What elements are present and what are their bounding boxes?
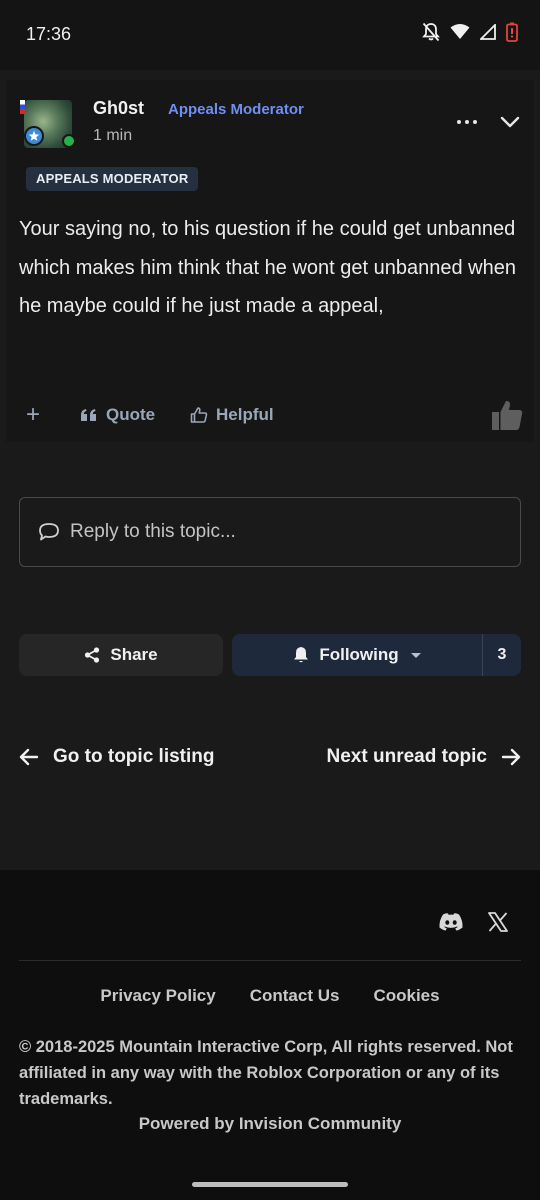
share-label: Share xyxy=(110,645,158,664)
status-bar: 17:36 xyxy=(0,0,540,70)
flag-icon xyxy=(20,100,25,114)
prev-label: Go to topic listing xyxy=(53,746,215,767)
add-reaction-button[interactable]: + xyxy=(26,400,40,430)
powered-by-link[interactable]: Powered by Invision Community xyxy=(0,1114,540,1134)
signal-icon xyxy=(480,24,496,40)
arrow-left-icon xyxy=(19,748,39,766)
next-label: Next unread topic xyxy=(326,746,487,767)
footer-divider xyxy=(19,960,521,961)
group-badge: APPEALS MODERATOR xyxy=(26,167,199,191)
follow-toggle[interactable]: Following xyxy=(232,634,482,676)
post-content: Your saying no, to his question if he co… xyxy=(19,218,516,317)
chevron-down-icon[interactable] xyxy=(498,110,522,134)
plus-icon: + xyxy=(26,401,41,428)
wifi-icon xyxy=(450,24,470,39)
go-to-topic-listing-link[interactable]: Go to topic listing xyxy=(19,743,214,771)
battery-low-icon xyxy=(506,22,518,42)
reply-placeholder: Reply to this topic... xyxy=(70,521,236,542)
cookies-link[interactable]: Cookies xyxy=(373,986,439,1006)
follow-label: Following xyxy=(319,645,399,664)
discord-icon xyxy=(439,913,463,931)
contact-us-link[interactable]: Contact Us xyxy=(250,986,340,1006)
share-icon xyxy=(85,647,100,663)
star-badge-icon xyxy=(24,126,44,146)
privacy-policy-link[interactable]: Privacy Policy xyxy=(100,986,215,1006)
follower-count[interactable]: 3 xyxy=(483,634,521,676)
post-time[interactable]: 1 min xyxy=(93,127,132,145)
copyright-text: © 2018-2025 Mountain Interactive Corp, A… xyxy=(19,1038,513,1108)
author-avatar[interactable] xyxy=(20,98,76,152)
bell-icon xyxy=(294,647,309,663)
helpful-label: Helpful xyxy=(216,405,274,424)
online-status-dot xyxy=(62,134,76,148)
post-actions: + Quote Helpful xyxy=(0,400,540,430)
discord-link[interactable] xyxy=(437,908,465,936)
author-name[interactable]: Gh0st xyxy=(93,98,144,119)
comment-icon xyxy=(39,523,59,541)
more-options-icon[interactable] xyxy=(455,112,479,132)
quote-label: Quote xyxy=(106,405,156,424)
next-unread-topic-link[interactable]: Next unread topic xyxy=(327,743,521,771)
arrow-right-icon xyxy=(501,748,521,766)
follow-button[interactable]: Following 3 xyxy=(232,634,521,676)
thumbs-up-icon xyxy=(190,407,208,423)
x-link[interactable] xyxy=(485,908,511,936)
x-icon xyxy=(488,912,508,932)
status-icons xyxy=(422,22,518,42)
home-indicator[interactable] xyxy=(192,1182,348,1187)
share-button[interactable]: Share xyxy=(19,634,223,676)
quote-icon xyxy=(81,409,96,421)
caret-down-icon xyxy=(410,652,421,658)
status-time: 17:36 xyxy=(26,24,72,44)
quote-button[interactable]: Quote xyxy=(80,400,155,430)
reply-input[interactable]: Reply to this topic... xyxy=(19,497,521,567)
notifications-off-icon xyxy=(422,22,440,42)
helpful-button[interactable]: Helpful xyxy=(190,400,274,430)
reaction-thumbs-up-icon[interactable] xyxy=(490,398,524,432)
author-role: Appeals Moderator xyxy=(168,101,304,118)
footer-links: Privacy Policy Contact Us Cookies xyxy=(0,986,540,1006)
